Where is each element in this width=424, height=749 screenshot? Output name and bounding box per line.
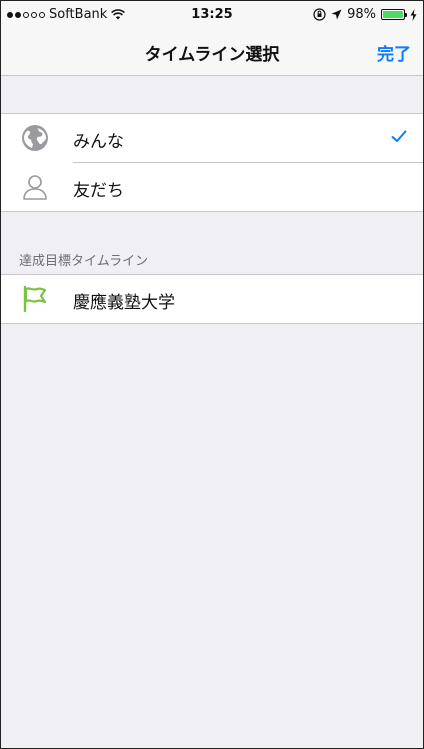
screen: SoftBank 13:25 98% タイムライン選択 完了 みんな 友だち 達…	[0, 0, 424, 749]
battery-fill	[383, 11, 403, 18]
rotation-lock-icon	[313, 8, 326, 21]
timeline-option-friends[interactable]: 友だち	[1, 163, 423, 211]
goal-timeline-label: 慶應義塾大学	[73, 293, 175, 313]
goal-section-header: 達成目標タイムライン	[19, 254, 149, 269]
done-button[interactable]: 完了	[377, 40, 411, 65]
timeline-option-label: 友だち	[73, 181, 124, 201]
timeline-options-group: みんな 友だち	[1, 113, 423, 212]
battery-icon	[381, 9, 407, 20]
status-right: 98%	[313, 7, 417, 22]
timeline-option-everyone[interactable]: みんな	[1, 114, 423, 162]
battery-percent: 98%	[347, 7, 376, 22]
timeline-option-label: みんな	[73, 132, 124, 152]
status-bar: SoftBank 13:25 98%	[1, 1, 423, 29]
checkmark-icon	[391, 128, 407, 148]
charging-bolt-icon	[410, 8, 417, 21]
navigation-bar: タイムライン選択 完了	[1, 29, 423, 76]
location-arrow-icon	[331, 9, 342, 20]
goal-timeline-item[interactable]: 慶應義塾大学	[1, 275, 423, 323]
person-icon	[23, 175, 47, 200]
page-title: タイムライン選択	[144, 45, 280, 65]
goal-timeline-group: 慶應義塾大学	[1, 274, 423, 324]
globe-icon	[22, 125, 48, 151]
flag-icon	[23, 285, 47, 313]
